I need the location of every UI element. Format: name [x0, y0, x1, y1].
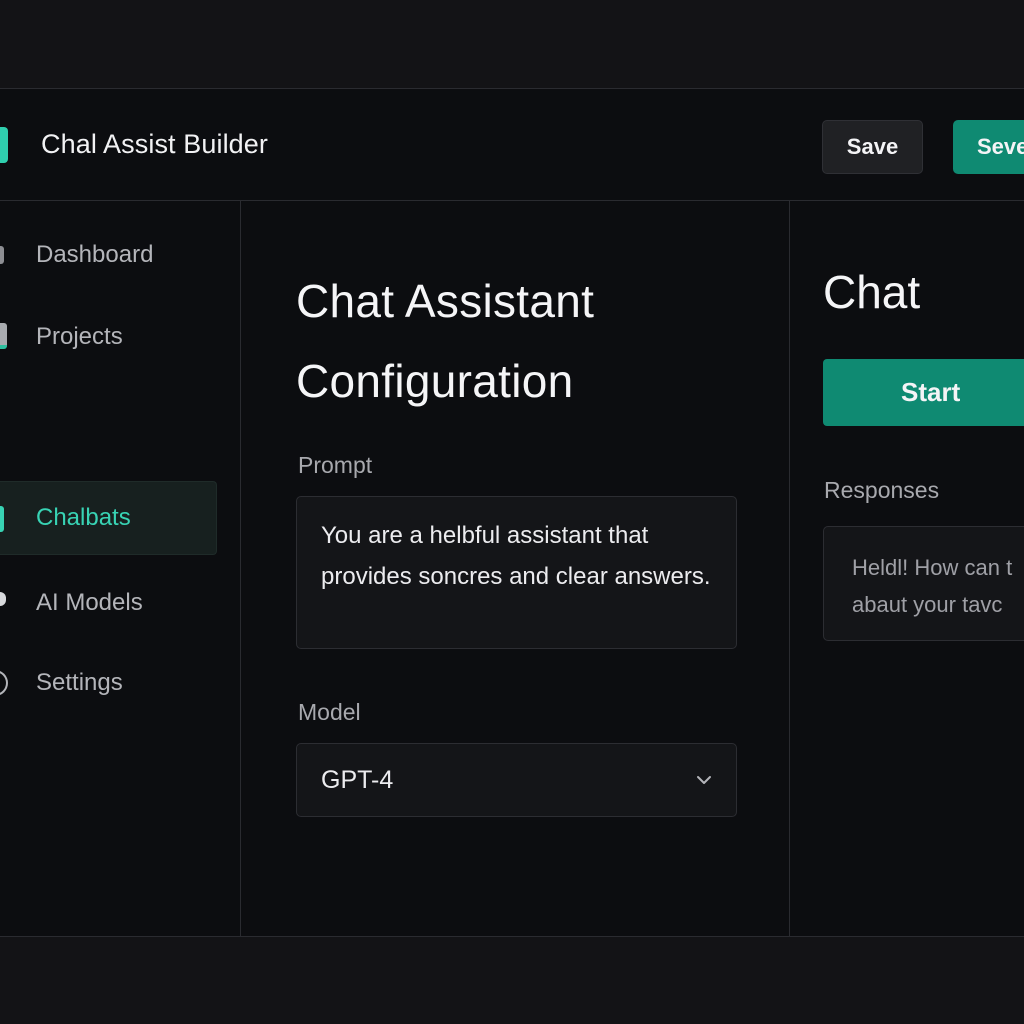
sidebar-item-dashboard[interactable]: Dashboard	[0, 218, 217, 292]
sidebar-item-label: Chalbats	[36, 504, 131, 531]
sidebar-item-label: Projects	[36, 323, 123, 350]
page-title: Chat Assistant Configuration	[296, 261, 756, 421]
start-button[interactable]: Start	[823, 359, 1024, 426]
gear-icon	[0, 670, 8, 696]
save-button[interactable]: Save	[822, 120, 923, 174]
header: Chal Assist Builder Save Seve	[0, 89, 1024, 201]
response-box: Heldl! How can t abaut your tavc	[823, 526, 1024, 641]
prompt-textarea[interactable]: You are a helbful assistant that provide…	[296, 496, 737, 649]
response-line-1: Heldl! How can t	[852, 555, 1013, 580]
app-window: Chal Assist Builder Save Seve Dashboard …	[0, 88, 1024, 937]
dashboard-icon	[0, 246, 4, 264]
chevron-down-icon	[697, 776, 711, 784]
configuration-panel: Chat Assistant Configuration Prompt You …	[242, 201, 790, 936]
responses-label: Responses	[824, 477, 940, 503]
model-select-value: GPT-4	[321, 765, 394, 794]
prompt-label: Prompt	[298, 452, 373, 478]
model-icon	[0, 592, 6, 606]
sidebar-item-label: Settings	[36, 669, 123, 696]
sidebar: Dashboard Projects Chalbats AI Models Se…	[0, 201, 241, 936]
chatbot-icon	[0, 506, 4, 532]
sidebar-item-chalbats[interactable]: Chalbats	[0, 481, 217, 555]
response-line-2: abaut your tavc	[852, 592, 1003, 617]
sidebar-item-label: Dashboard	[36, 241, 154, 268]
chat-title: Chat	[823, 266, 921, 318]
model-select[interactable]: GPT-4	[296, 743, 737, 817]
secondary-save-button[interactable]: Seve	[953, 120, 1024, 174]
model-label: Model	[298, 699, 361, 725]
app-title: Chal Assist Builder	[41, 129, 268, 159]
sidebar-item-projects[interactable]: Projects	[0, 300, 217, 374]
page-title-line-1: Chat Assistant	[296, 275, 595, 327]
logo-icon	[0, 127, 8, 163]
sidebar-item-ai-models[interactable]: AI Models	[0, 566, 217, 640]
sidebar-item-settings[interactable]: Settings	[0, 646, 217, 720]
page-title-line-2: Configuration	[296, 355, 574, 407]
chat-panel: Chat Start Responses Heldl! How can t ab…	[791, 201, 1024, 936]
folder-icon	[0, 323, 7, 349]
sidebar-item-label: AI Models	[36, 589, 143, 616]
